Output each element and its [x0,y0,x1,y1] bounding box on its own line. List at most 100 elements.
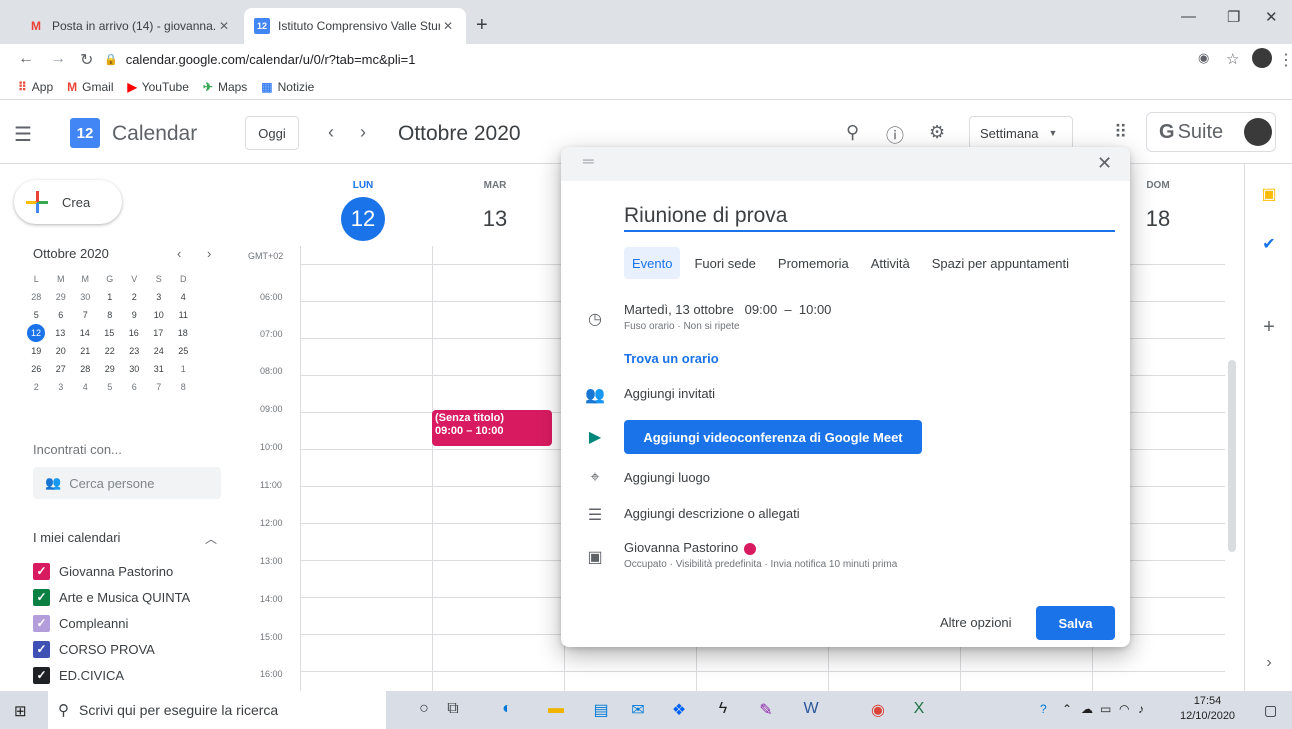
mini-day[interactable]: 15 [97,328,122,338]
eye-icon[interactable]: ◉ [1198,50,1209,66]
main-menu-icon[interactable]: ☰ [14,122,32,147]
forward-icon[interactable]: → [50,50,66,68]
mini-day[interactable]: 26 [24,364,49,374]
url-input[interactable]: 🔒 calendar.google.com/calendar/u/0/r?tab… [104,47,1204,71]
mini-day[interactable]: 9 [122,310,147,320]
close-icon[interactable]: ✕ [1097,153,1112,174]
my-calendars-title[interactable]: I miei calendari [33,530,120,545]
bookmark-youtube[interactable]: ▶ YouTube [128,80,189,94]
browser-tab-calendar[interactable]: 12 Istituto Comprensivo Valle Stura ✕ [244,8,466,44]
mini-day[interactable]: 25 [171,346,196,356]
settings-gear-icon[interactable]: ⚙ [929,122,945,143]
day-number[interactable]: 13 [473,197,517,241]
close-tab-icon[interactable]: ✕ [216,19,232,33]
mini-day[interactable]: 24 [147,346,172,356]
chrome-icon[interactable]: ◉ [867,700,889,720]
edge-icon[interactable]: ◐ [496,700,518,718]
mini-day[interactable]: 13 [48,328,73,338]
mini-day[interactable]: 31 [147,364,172,374]
keep-icon[interactable]: ▣ [1259,184,1279,204]
bookmark-gmail[interactable]: M Gmail [67,80,113,94]
drag-handle-icon[interactable]: ═ [583,153,594,170]
mini-next-month-icon[interactable]: › [207,246,211,261]
checkbox-checked-icon[interactable]: ✓ [33,562,50,580]
calendar-item[interactable]: ✓ Giovanna Pastorino [33,558,190,584]
tab-evento[interactable]: Evento [624,247,681,279]
cortana-icon[interactable]: ○ [413,700,435,718]
wifi-icon[interactable]: ◠ [1119,702,1129,716]
mini-day[interactable]: 7 [147,382,172,392]
excel-icon[interactable]: X [908,700,930,718]
battery-icon[interactable]: ▭ [1100,702,1111,716]
tray-expand-icon[interactable]: ⌃ [1062,702,1072,716]
star-icon[interactable]: ☆ [1226,50,1239,68]
mini-day[interactable]: 28 [73,364,98,374]
mini-prev-month-icon[interactable]: ‹ [177,246,181,261]
taskbar-clock[interactable]: 17:54 12/10/2020 [1180,694,1235,724]
mini-day[interactable]: 29 [98,364,123,374]
tab-spazi-appuntamenti[interactable]: Spazi per appuntamenti [924,247,1077,279]
close-tab-icon[interactable]: ✕ [440,19,456,33]
bookmark-maps[interactable]: ✈ Maps [203,80,247,94]
add-description-field[interactable]: Aggiungi descrizione o allegati [624,506,800,521]
mini-day[interactable]: 1 [98,292,123,302]
tab-promemoria[interactable]: Promemoria [770,247,857,279]
mini-day[interactable]: 17 [146,328,171,338]
mini-day[interactable]: 2 [24,382,49,392]
task-view-icon[interactable]: ⧉ [442,700,464,718]
mini-day[interactable]: 20 [49,346,74,356]
checkbox-checked-icon[interactable]: ✓ [33,614,50,632]
mini-day[interactable]: 23 [122,346,147,356]
mini-day[interactable]: 27 [49,364,74,374]
grid-scrollbar[interactable] [1228,360,1236,552]
day-header-sun[interactable]: DOM 18 [1128,180,1188,241]
create-button[interactable]: Crea [14,180,122,224]
paint-icon[interactable]: ✎ [755,700,777,720]
event-chip[interactable]: (Senza titolo) 09:00 – 10:00 [432,410,552,446]
mini-day[interactable]: 18 [171,328,196,338]
calendar-item[interactable]: ✓ ED.CIVICA [33,662,190,688]
tab-fuori-sede[interactable]: Fuori sede [686,247,763,279]
mini-day[interactable]: 3 [49,382,74,392]
dropbox-icon[interactable]: ❖ [668,700,690,720]
apps-grid-icon[interactable]: ⠿ [1114,122,1127,143]
tab-attivita[interactable]: Attività [863,247,918,279]
mini-day[interactable]: 30 [73,292,98,302]
restore-icon[interactable]: ❐ [1227,8,1240,26]
next-week-icon[interactable]: › [360,122,366,143]
mini-day[interactable]: 6 [122,382,147,392]
mini-day[interactable]: 4 [73,382,98,392]
availability-info[interactable]: Occupato · Visibilità predefinita · Invi… [624,559,897,570]
mini-day[interactable]: 8 [98,310,123,320]
help-tray-icon[interactable]: ? [1040,702,1047,716]
account-avatar[interactable] [1244,118,1272,146]
day-number[interactable]: 12 [341,197,385,241]
add-addon-icon[interactable]: + [1259,316,1279,339]
calendar-owner[interactable]: Giovanna Pastorino [624,540,757,555]
mini-day[interactable]: 1 [171,364,196,374]
store-icon[interactable]: ▤ [590,700,612,720]
reload-icon[interactable]: ↻ [80,50,93,70]
notifications-icon[interactable]: ▢ [1264,702,1277,719]
expand-panel-icon[interactable]: › [1259,654,1279,672]
view-selector[interactable]: Settimana ▼ [969,116,1073,150]
taskbar-search-input[interactable]: ⚲ Scrivi qui per eseguire la ricerca [48,691,386,729]
chevron-up-icon[interactable]: ︿ [205,530,217,547]
help-icon[interactable]: ⓘ [886,122,904,148]
mini-day[interactable]: 30 [122,364,147,374]
event-title-input[interactable] [624,202,1115,232]
back-icon[interactable]: ← [18,50,34,68]
mini-day[interactable]: 16 [122,328,147,338]
event-date-time[interactable]: Martedì, 13 ottobre 09:00 – 10:00 [624,302,831,317]
calendar-logo-icon[interactable]: 12 [70,118,100,148]
mail-icon[interactable]: ✉ [627,700,649,720]
day-header-mon[interactable]: LUN 12 [333,180,393,241]
menu-dots-icon[interactable]: ⋮ [1278,50,1292,70]
calendar-item[interactable]: ✓ Arte e Musica QUINTA [33,584,190,610]
mini-day[interactable]: 4 [171,292,196,302]
dialog-drag-bar[interactable]: ═ ✕ [561,147,1130,181]
mini-day[interactable]: 8 [171,382,196,392]
browser-tab-gmail[interactable]: M Posta in arrivo (14) - giovanna.pa ✕ [18,8,242,44]
mini-day[interactable]: 6 [49,310,74,320]
bookmark-notizie[interactable]: ▦ Notizie [261,80,314,94]
